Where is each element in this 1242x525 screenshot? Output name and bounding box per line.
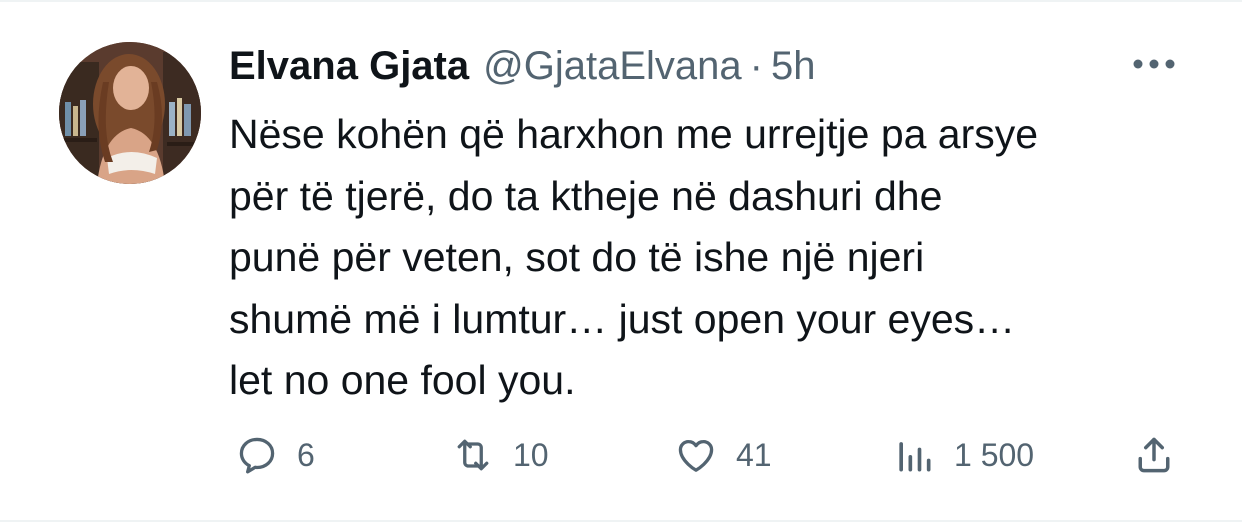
tweet-text-line: let no one fool you. (229, 357, 576, 403)
more-horizontal-icon (1133, 59, 1175, 69)
tweet-text-line: për të tjerë, do ta ktheje në dashuri dh… (229, 172, 943, 219)
tweet-actions-bar: 6 10 41 1 500 (0, 425, 1242, 485)
tweet-text: Nëse kohën që harxhon me urrejtje pa ars… (229, 104, 1219, 412)
views-chart-icon (888, 429, 940, 481)
retweet-count: 10 (513, 436, 549, 473)
views-count: 1 500 (954, 436, 1035, 473)
author-display-name[interactable]: Elvana Gjata (229, 44, 469, 89)
tweet-text-line: shumë më i lumtur… just open your eyes… (229, 295, 1016, 342)
share-icon (1128, 429, 1180, 481)
like-count: 41 (736, 436, 772, 473)
reply-count: 6 (297, 436, 315, 473)
tweet-header: Elvana Gjata @GjataElvana · 5h (229, 40, 815, 92)
like-button[interactable]: 41 (670, 425, 772, 485)
retweet-button[interactable]: 10 (447, 425, 549, 485)
bottom-divider (0, 520, 1242, 522)
tweet-text-line: punë për veten, sot do të ishe një njeri (229, 234, 925, 280)
views-button[interactable]: 1 500 (888, 425, 1034, 485)
reply-button[interactable]: 6 (231, 425, 315, 485)
author-handle[interactable]: @GjataElvana (483, 44, 742, 89)
heart-icon (670, 429, 722, 481)
author-avatar[interactable] (59, 42, 201, 184)
more-options-button[interactable] (1128, 44, 1180, 84)
retweet-icon (447, 429, 499, 481)
reply-icon (231, 429, 283, 481)
header-separator: · (749, 43, 763, 88)
tweet-timestamp[interactable]: 5h (771, 44, 816, 89)
top-divider (0, 0, 1242, 2)
share-button[interactable] (1128, 425, 1180, 485)
tweet-text-line: Nëse kohën që harxhon me urrejtje pa ars… (229, 111, 1039, 157)
